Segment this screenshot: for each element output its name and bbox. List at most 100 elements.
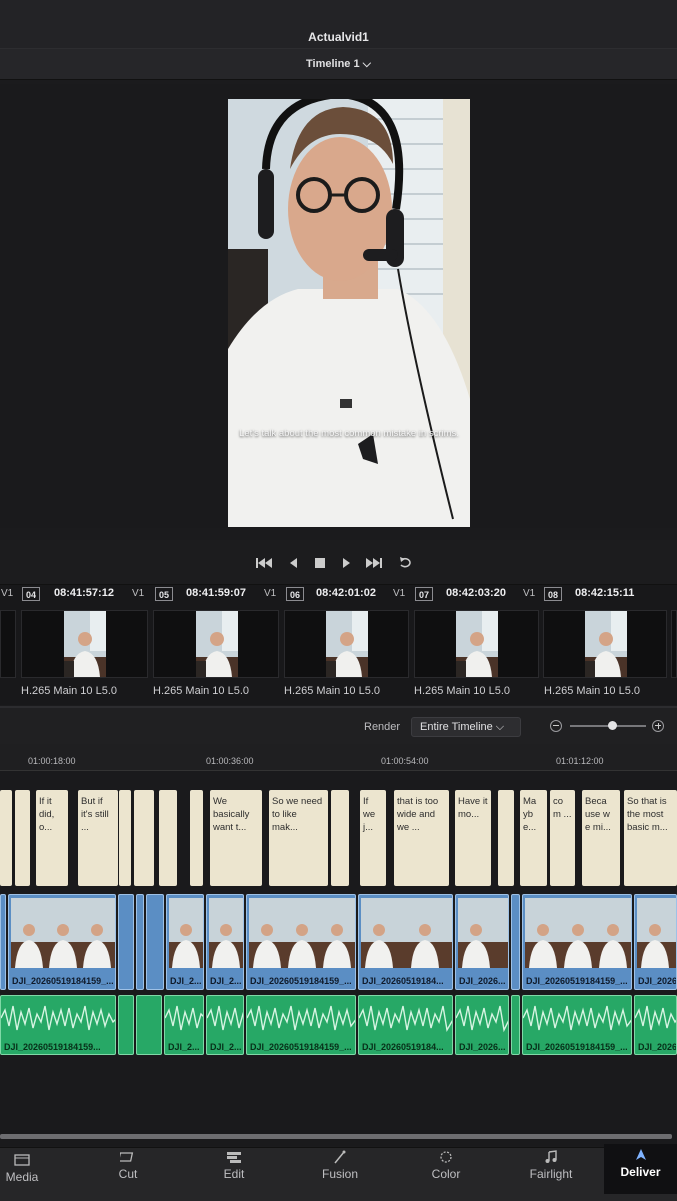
subtitle-clip[interactable]: If it did, o... bbox=[36, 790, 68, 886]
video-clip[interactable]: DJI_2026... bbox=[634, 894, 677, 990]
render-label: Render bbox=[364, 721, 401, 733]
subtitle-clip[interactable] bbox=[159, 790, 177, 886]
page-edit-button[interactable]: Edit bbox=[212, 1150, 256, 1181]
audio-waveform bbox=[247, 1005, 355, 1031]
subtitle-clip[interactable]: But if it's still ... bbox=[78, 790, 118, 886]
thumbnail-image bbox=[326, 611, 368, 677]
play-reverse-icon[interactable] bbox=[285, 556, 303, 570]
clip-thumbnail[interactable] bbox=[153, 610, 279, 678]
timeline-scrollbar[interactable] bbox=[0, 1134, 672, 1139]
zoom-slider-handle[interactable] bbox=[608, 721, 617, 730]
video-clip[interactable]: DJI_2... bbox=[166, 894, 204, 990]
stop-icon[interactable] bbox=[311, 556, 329, 570]
audio-waveform bbox=[523, 1005, 631, 1031]
clip-thumbnail[interactable] bbox=[414, 610, 539, 678]
subtitle-clip[interactable]: co m ... bbox=[550, 790, 575, 886]
video-clip-thumbnails bbox=[11, 898, 115, 968]
subtitle-clip[interactable] bbox=[15, 790, 30, 886]
viewer-subtitle-overlay: Let's talk about the most common mistake… bbox=[239, 428, 459, 439]
subtitle-clip[interactable]: Ma yb e... bbox=[520, 790, 547, 886]
subtitle-clip[interactable]: So we need to like mak... bbox=[269, 790, 328, 886]
ruler-timecode: 01:00:18:00 bbox=[28, 756, 76, 766]
page-label: Color bbox=[431, 1167, 461, 1181]
audio-clip[interactable]: DJI_2026... bbox=[634, 995, 677, 1055]
audio-waveform bbox=[359, 1005, 452, 1033]
subtitle-clip[interactable] bbox=[134, 790, 154, 886]
render-range-dropdown[interactable]: Entire Timeline ⌵ bbox=[411, 717, 521, 737]
video-clip-thumbnails bbox=[169, 898, 203, 968]
page-label: Cut bbox=[118, 1167, 138, 1181]
clip-thumbnail[interactable] bbox=[284, 610, 409, 678]
audio-clip[interactable] bbox=[511, 995, 520, 1055]
clip-index: 06 bbox=[286, 587, 304, 601]
video-clip[interactable]: DJI_2026... bbox=[455, 894, 509, 990]
zoom-out-icon[interactable] bbox=[550, 720, 562, 732]
video-clip[interactable] bbox=[511, 894, 520, 990]
subtitle-clip[interactable]: We basically want t... bbox=[210, 790, 262, 886]
clip-thumbnail[interactable] bbox=[671, 610, 677, 678]
jump-to-end-icon[interactable] bbox=[365, 556, 383, 570]
audio-waveform bbox=[1, 1005, 115, 1031]
video-clip[interactable] bbox=[146, 894, 164, 990]
clip-index: 07 bbox=[415, 587, 433, 601]
zoom-in-icon[interactable] bbox=[652, 720, 664, 732]
audio-clip[interactable] bbox=[118, 995, 134, 1055]
video-clip[interactable]: DJI_20260519184159_... bbox=[246, 894, 356, 990]
audio-clip[interactable]: DJI_2... bbox=[164, 995, 204, 1055]
edit-icon bbox=[227, 1152, 241, 1163]
subtitle-clip[interactable] bbox=[190, 790, 203, 886]
audio-clip[interactable]: DJI_2026... bbox=[455, 995, 509, 1055]
clip-thumbnail[interactable] bbox=[543, 610, 667, 678]
audio-clip[interactable]: DJI_20260519184159... bbox=[0, 995, 116, 1055]
audio-clip-name: DJI_2026... bbox=[459, 1042, 506, 1052]
video-clip[interactable]: DJI_2... bbox=[206, 894, 244, 990]
audio-waveform bbox=[635, 1005, 676, 1031]
video-clip[interactable] bbox=[136, 894, 144, 990]
clip-thumbnail[interactable] bbox=[0, 610, 16, 678]
video-clip[interactable]: DJI_20260519184159_... bbox=[8, 894, 116, 990]
video-clip[interactable] bbox=[118, 894, 134, 990]
video-clip[interactable]: DJI_20260519184159_... bbox=[522, 894, 632, 990]
subtitle-clip[interactable]: If we j... bbox=[360, 790, 386, 886]
audio-clip[interactable]: DJI_20260519184159_... bbox=[246, 995, 356, 1055]
thumbnail-image bbox=[585, 611, 627, 677]
audio-clip[interactable] bbox=[136, 995, 162, 1055]
clip-codec: H.265 Main 10 L5.0 bbox=[284, 685, 381, 697]
audio-clip-name: DJI_2... bbox=[210, 1042, 242, 1052]
timeline-dropdown[interactable]: Timeline 1 ⌵ bbox=[0, 58, 677, 71]
page-cut-button[interactable]: Cut bbox=[106, 1150, 150, 1181]
viewer-frame[interactable] bbox=[228, 99, 470, 527]
subtitle-clip[interactable] bbox=[331, 790, 349, 886]
subtitle-clip[interactable] bbox=[498, 790, 514, 886]
fairlight-icon bbox=[545, 1150, 557, 1163]
page-media-button[interactable]: Media bbox=[0, 1153, 44, 1184]
subtitle-clip[interactable] bbox=[0, 790, 12, 886]
clip-track-label: V1 bbox=[132, 588, 145, 599]
jump-to-start-icon[interactable] bbox=[255, 556, 273, 570]
audio-clip-name: DJI_2026... bbox=[638, 1042, 677, 1052]
page-deliver-button[interactable]: Deliver bbox=[604, 1144, 677, 1194]
clip-codec: H.265 Main 10 L5.0 bbox=[414, 685, 511, 697]
page-fairlight-button[interactable]: Fairlight bbox=[524, 1150, 578, 1181]
clip-timecode: 08:41:57:12 bbox=[54, 587, 114, 599]
video-clip-name: DJI_20260519184159_... bbox=[250, 976, 352, 986]
audio-clip[interactable]: DJI_20260519184... bbox=[358, 995, 453, 1055]
video-clip[interactable]: DJI_20260519184... bbox=[358, 894, 453, 990]
clip-track-label: V1 bbox=[1, 588, 14, 599]
audio-clip[interactable]: DJI_20260519184159_... bbox=[522, 995, 632, 1055]
play-icon[interactable] bbox=[337, 556, 355, 570]
page-color-button[interactable]: Color bbox=[424, 1150, 468, 1181]
page-label: Fusion bbox=[321, 1167, 359, 1181]
audio-clip[interactable]: DJI_2... bbox=[206, 995, 244, 1055]
page-fusion-button[interactable]: Fusion bbox=[316, 1150, 364, 1181]
clip-thumbnail[interactable] bbox=[21, 610, 148, 678]
clip-track-label: V1 bbox=[393, 588, 406, 599]
subtitle-clip[interactable]: Beca use w e mi... bbox=[582, 790, 620, 886]
clip-timecode: 08:41:59:07 bbox=[186, 587, 246, 599]
subtitle-clip[interactable] bbox=[119, 790, 131, 886]
video-clip[interactable] bbox=[0, 894, 6, 990]
subtitle-clip[interactable]: So that is the most basic m... bbox=[624, 790, 677, 886]
loop-icon[interactable] bbox=[397, 556, 415, 570]
subtitle-clip[interactable]: that is too wide and we ... bbox=[394, 790, 449, 886]
subtitle-clip[interactable]: Have it mo... bbox=[455, 790, 491, 886]
